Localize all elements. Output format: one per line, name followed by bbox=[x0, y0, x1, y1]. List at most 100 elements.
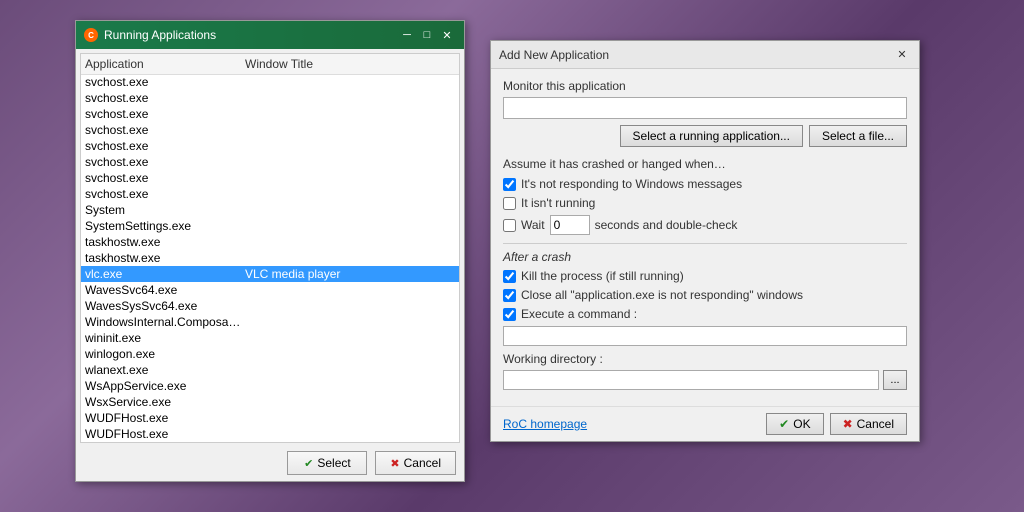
close-button[interactable]: ✕ bbox=[438, 27, 456, 43]
checkmark-icon: ✔ bbox=[304, 457, 313, 470]
list-item-app: svchost.exe bbox=[85, 155, 245, 169]
execute-command-label: Execute a command : bbox=[521, 307, 637, 321]
select-buttons-row: Select a running application... Select a… bbox=[503, 125, 907, 147]
after-crash-label: After a crash bbox=[503, 250, 907, 264]
select-file-button[interactable]: Select a file... bbox=[809, 125, 907, 147]
list-item-app: wininit.exe bbox=[85, 331, 245, 345]
add-dialog-titlebar: Add New Application ✕ bbox=[491, 41, 919, 69]
list-item-app: svchost.exe bbox=[85, 139, 245, 153]
list-item[interactable]: WsAppService.exe bbox=[81, 378, 459, 394]
running-dialog-titlebar: C Running Applications ─ □ ✕ bbox=[76, 21, 464, 49]
not-running-checkbox[interactable] bbox=[503, 197, 516, 210]
close-windows-row: Close all "application.exe is not respon… bbox=[503, 288, 907, 302]
cancel-x-icon: ✖ bbox=[843, 417, 853, 431]
list-item[interactable]: wininit.exe bbox=[81, 330, 459, 346]
app-list-scroll[interactable]: svchost.exesvchost.exesvchost.exesvchost… bbox=[81, 75, 459, 442]
list-item[interactable]: svchost.exe bbox=[81, 75, 459, 90]
list-item[interactable]: WavesSysSvc64.exe bbox=[81, 298, 459, 314]
running-dialog-title: Running Applications bbox=[104, 28, 216, 42]
list-item[interactable]: svchost.exe bbox=[81, 154, 459, 170]
wait-seconds-input[interactable] bbox=[550, 215, 590, 235]
list-item-title: VLC media player bbox=[245, 267, 455, 281]
list-item-app: taskhostw.exe bbox=[85, 251, 245, 265]
minimize-button[interactable]: ─ bbox=[398, 27, 416, 43]
monitor-label: Monitor this application bbox=[503, 79, 907, 93]
cancel-button[interactable]: ✖ Cancel bbox=[375, 451, 456, 475]
roc-homepage-link[interactable]: RoC homepage bbox=[503, 417, 587, 431]
kill-process-checkbox[interactable] bbox=[503, 270, 516, 283]
working-dir-label: Working directory : bbox=[503, 352, 907, 366]
not-running-label: It isn't running bbox=[521, 196, 595, 210]
list-item-app: vlc.exe bbox=[85, 267, 245, 281]
list-item[interactable]: WavesSvc64.exe bbox=[81, 282, 459, 298]
select-running-app-button[interactable]: Select a running application... bbox=[620, 125, 803, 147]
add-dialog-close-button[interactable]: ✕ bbox=[893, 47, 911, 63]
running-dialog-footer: ✔ Select ✖ Cancel bbox=[76, 445, 464, 481]
execute-command-input[interactable] bbox=[503, 326, 907, 346]
select-button[interactable]: ✔ Select bbox=[287, 451, 367, 475]
running-applications-dialog: C Running Applications ─ □ ✕ Application… bbox=[75, 20, 465, 482]
not-responding-label: It's not responding to Windows messages bbox=[521, 177, 742, 191]
list-item-app: winlogon.exe bbox=[85, 347, 245, 361]
list-item[interactable]: WindowsInternal.ComposableShell.E... bbox=[81, 314, 459, 330]
list-item[interactable]: svchost.exe bbox=[81, 138, 459, 154]
col-application: Application bbox=[85, 57, 245, 71]
list-item-app: WUDFHost.exe bbox=[85, 411, 245, 425]
working-dir-row: ... bbox=[503, 370, 907, 390]
working-dir-input[interactable] bbox=[503, 370, 879, 390]
app-icon: C bbox=[84, 28, 98, 42]
add-dialog-title: Add New Application bbox=[499, 48, 609, 62]
list-item[interactable]: taskhostw.exe bbox=[81, 234, 459, 250]
list-item[interactable]: svchost.exe bbox=[81, 90, 459, 106]
list-item-app: svchost.exe bbox=[85, 123, 245, 137]
assume-label: Assume it has crashed or hanged when… bbox=[503, 157, 907, 171]
list-item[interactable]: svchost.exe bbox=[81, 122, 459, 138]
list-item-app: svchost.exe bbox=[85, 171, 245, 185]
list-item[interactable]: SystemSettings.exe bbox=[81, 218, 459, 234]
kill-process-label: Kill the process (if still running) bbox=[521, 269, 684, 283]
list-item-app: wlanext.exe bbox=[85, 363, 245, 377]
list-item-app: svchost.exe bbox=[85, 107, 245, 121]
x-icon: ✖ bbox=[390, 457, 399, 470]
list-item-app: WindowsInternal.ComposableShell.E... bbox=[85, 315, 245, 329]
list-item-app: System bbox=[85, 203, 245, 217]
not-responding-row: It's not responding to Windows messages bbox=[503, 177, 907, 191]
col-window-title: Window Title bbox=[245, 57, 455, 71]
list-item[interactable]: svchost.exe bbox=[81, 170, 459, 186]
list-item[interactable]: svchost.exe bbox=[81, 106, 459, 122]
list-item[interactable]: WUDFHost.exe bbox=[81, 410, 459, 426]
kill-process-row: Kill the process (if still running) bbox=[503, 269, 907, 283]
list-item-app: SystemSettings.exe bbox=[85, 219, 245, 233]
list-item[interactable]: System bbox=[81, 202, 459, 218]
list-item[interactable]: WUDFHost.exe bbox=[81, 426, 459, 442]
list-item[interactable]: taskhostw.exe bbox=[81, 250, 459, 266]
execute-input-row bbox=[503, 326, 907, 346]
list-item[interactable]: svchost.exe bbox=[81, 186, 459, 202]
list-item-app: WsxService.exe bbox=[85, 395, 245, 409]
list-item[interactable]: winlogon.exe bbox=[81, 346, 459, 362]
not-responding-checkbox[interactable] bbox=[503, 178, 516, 191]
close-windows-label: Close all "application.exe is not respon… bbox=[521, 288, 803, 302]
list-item-app: WsAppService.exe bbox=[85, 379, 245, 393]
not-running-row: It isn't running bbox=[503, 196, 907, 210]
wait-checkbox[interactable] bbox=[503, 219, 516, 232]
list-item[interactable]: WsxService.exe bbox=[81, 394, 459, 410]
list-item-app: svchost.exe bbox=[85, 91, 245, 105]
app-list-container: Application Window Title svchost.exesvch… bbox=[80, 53, 460, 443]
monitor-input[interactable] bbox=[503, 97, 907, 119]
close-windows-checkbox[interactable] bbox=[503, 289, 516, 302]
list-item-app: taskhostw.exe bbox=[85, 235, 245, 249]
add-dialog-content: Monitor this application Select a runnin… bbox=[491, 69, 919, 406]
ok-button[interactable]: ✔ OK bbox=[766, 413, 823, 435]
browse-button[interactable]: ... bbox=[883, 370, 907, 390]
maximize-button[interactable]: □ bbox=[418, 27, 436, 43]
list-item[interactable]: vlc.exeVLC media player bbox=[81, 266, 459, 282]
list-item-app: svchost.exe bbox=[85, 75, 245, 89]
wait-row: Wait seconds and double-check bbox=[503, 215, 907, 235]
wait-suffix: seconds and double-check bbox=[595, 218, 738, 232]
add-dialog-cancel-button[interactable]: ✖ Cancel bbox=[830, 413, 907, 435]
list-header: Application Window Title bbox=[81, 54, 459, 75]
add-dialog-footer: RoC homepage ✔ OK ✖ Cancel bbox=[491, 406, 919, 441]
execute-command-checkbox[interactable] bbox=[503, 308, 516, 321]
list-item[interactable]: wlanext.exe bbox=[81, 362, 459, 378]
